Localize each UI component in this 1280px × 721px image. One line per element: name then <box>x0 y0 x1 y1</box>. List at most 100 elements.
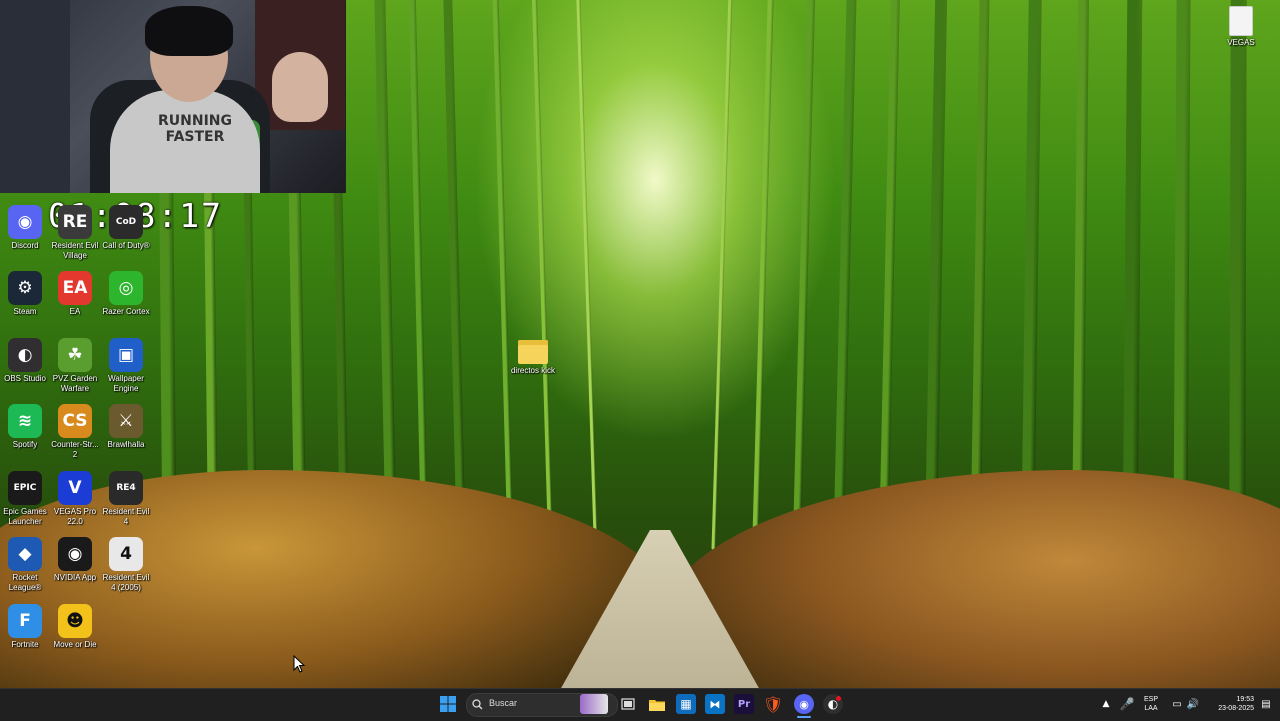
counter-strike-icon: CS <box>58 404 92 438</box>
file-explorer-icon[interactable] <box>647 694 667 714</box>
brave-browser-icon[interactable]: 🛡 <box>763 694 783 714</box>
desktop-icon-fortnite[interactable]: F Fortnite <box>0 604 50 650</box>
webcam-hair <box>145 6 233 56</box>
desktop-icon-label: Epic Games Launcher <box>3 507 47 526</box>
discord-active-indicator <box>797 716 811 718</box>
discord-taskbar-icon[interactable]: ◉ <box>794 694 814 714</box>
spotify-icon: ≋ <box>8 404 42 438</box>
desktop-icon-label: Call of Duty® <box>102 241 150 250</box>
desktop-icon-label: NVIDIA App <box>53 573 97 582</box>
folder-label: directos kick <box>510 366 555 375</box>
desktop-icon-nvidia-app[interactable]: ◉ NVIDIA App <box>50 537 100 583</box>
bamboo-stalk <box>408 0 429 551</box>
bamboo-stalk <box>833 0 857 551</box>
desktop-icon-call-of-duty[interactable]: CoD Call of Duty® <box>101 205 151 251</box>
desktop-icon-label: Counter-Str... 2 <box>51 440 99 459</box>
bamboo-stalk <box>492 0 514 550</box>
fortnite-icon: F <box>8 604 42 638</box>
document-icon <box>1229 6 1253 36</box>
search-placeholder: Buscar <box>489 698 518 708</box>
webcam-shirt-text: RUNNING FASTER <box>158 113 232 145</box>
desktop-icon-label: Brawlhalla <box>107 440 145 449</box>
desktop-icon-razer-cortex[interactable]: ◎ Razer Cortex <box>101 271 151 317</box>
search-highlight-icon <box>580 694 608 714</box>
file-label: VEGAS <box>1227 38 1255 47</box>
desktop-icon-spotify[interactable]: ≋ Spotify <box>0 404 50 450</box>
desktop-icon-rocket-league[interactable]: ◆ Rocket League® <box>0 537 50 593</box>
desktop-icon-obs-studio[interactable]: ◐ OBS Studio <box>0 338 50 384</box>
rocket-league-icon: ◆ <box>8 537 42 571</box>
desktop-icon-label: PVZ Garden Warfare <box>52 374 98 393</box>
wallpaper-engine-icon: ▣ <box>109 338 143 372</box>
folder-directos-kick[interactable]: directos kick <box>507 340 559 376</box>
desktop-icon-label: Discord <box>11 241 39 250</box>
desktop-icon-label: Wallpaper Engine <box>108 374 144 393</box>
desktop-icon-epic-games[interactable]: EPIC Epic Games Launcher <box>0 471 50 527</box>
bamboo-stalk <box>1122 0 1143 551</box>
ea-icon: EA <box>58 271 92 305</box>
desktop-icon-label: VEGAS Pro 22.0 <box>53 507 97 526</box>
clock-date: 23-08-2025 <box>1218 705 1254 712</box>
desktop-icon-wallpaper-engine[interactable]: ▣ Wallpaper Engine <box>101 338 151 394</box>
resident-evil-4-2005-icon: 4 <box>109 537 143 571</box>
bamboo-stalk <box>443 0 466 551</box>
desktop-icon-resident-evil-4-2005[interactable]: 4 Resident Evil 4 (2005) <box>101 537 151 593</box>
clock[interactable]: 19:53 23-08-2025 <box>1206 695 1254 713</box>
desktop-icon-label: OBS Studio <box>4 374 46 383</box>
premiere-pro-icon[interactable]: Pr <box>734 694 754 714</box>
start-button[interactable] <box>438 694 458 714</box>
move-or-die-icon: ☻ <box>58 604 92 638</box>
lang-bottom: LAA <box>1144 705 1158 712</box>
bamboo-stalk <box>924 0 948 551</box>
search-icon <box>468 695 486 713</box>
vegas-pro-icon: V <box>58 471 92 505</box>
desktop-icon-pvz-garden-warfare[interactable]: ☘ PVZ Garden Warfare <box>50 338 100 394</box>
desktop-icon-label: Resident Evil 4 (2005) <box>102 573 150 592</box>
bamboo-stalk <box>1229 0 1247 551</box>
bamboo-stalk <box>576 0 598 550</box>
bamboo-stalk <box>1021 0 1042 551</box>
notifications-icon[interactable]: ▤ <box>1256 694 1276 714</box>
brawlhalla-icon: ⚔ <box>109 404 143 438</box>
microphone-icon[interactable]: 🎤 <box>1117 694 1137 714</box>
bamboo-stalk <box>752 0 774 550</box>
desktop-icon-counter-strike[interactable]: CS Counter-Str... 2 <box>50 404 100 460</box>
desktop-icon-brawlhalla[interactable]: ⚔ Brawlhalla <box>101 404 151 450</box>
desktop-icon-steam[interactable]: ⚙ Steam <box>0 271 50 317</box>
desktop-icon-label: Spotify <box>12 440 38 449</box>
volume-icon[interactable]: 🔊 <box>1183 694 1203 714</box>
bamboo-stalk <box>792 0 816 551</box>
bamboo-stalk <box>1173 0 1191 551</box>
taskbar <box>0 688 1280 721</box>
bamboo-stalk <box>970 0 990 551</box>
desktop-icon-discord[interactable]: ◉ Discord <box>0 205 50 251</box>
obs-studio-icon: ◐ <box>8 338 42 372</box>
resident-evil-4-icon: RE4 <box>109 471 143 505</box>
webcam-overlay: RUNNING FASTER <box>0 0 346 193</box>
desktop-icon-vegas-pro[interactable]: V VEGAS Pro 22.0 <box>50 471 100 527</box>
pvz-garden-warfare-icon: ☘ <box>58 338 92 372</box>
webcam-shelf <box>0 0 70 193</box>
discord-icon: ◉ <box>8 205 42 239</box>
bamboo-stalk <box>531 0 554 550</box>
task-view-icon[interactable] <box>618 694 638 714</box>
epic-games-icon: EPIC <box>8 471 42 505</box>
desktop-icon-label: Fortnite <box>11 640 39 649</box>
call-of-duty-icon: CoD <box>109 205 143 239</box>
desktop-icon-resident-evil-4[interactable]: RE4 Resident Evil 4 <box>101 471 151 527</box>
desktop-icon-label: Resident Evil Village <box>51 241 99 260</box>
desktop-icon-move-or-die[interactable]: ☻ Move or Die <box>50 604 100 650</box>
file-vegas[interactable]: VEGAS <box>1216 6 1266 48</box>
desktop-icon-ea[interactable]: EA EA <box>50 271 100 317</box>
desktop-icon-label: Resident Evil 4 <box>102 507 150 526</box>
desktop-icon-resident-evil-village[interactable]: RE Resident Evil Village <box>50 205 100 261</box>
language-indicator[interactable]: ESP LAA <box>1140 695 1162 713</box>
notification-dot <box>836 696 841 701</box>
microsoft-store-icon[interactable]: ▦ <box>676 694 696 714</box>
clock-time: 19:53 <box>1236 696 1254 703</box>
resident-evil-village-icon: RE <box>58 205 92 239</box>
chevron-up-icon[interactable]: ▲ <box>1096 694 1116 714</box>
bamboo-stalk <box>374 0 397 551</box>
lang-top: ESP <box>1143 696 1158 703</box>
vscode-icon[interactable]: ⧓ <box>705 694 725 714</box>
